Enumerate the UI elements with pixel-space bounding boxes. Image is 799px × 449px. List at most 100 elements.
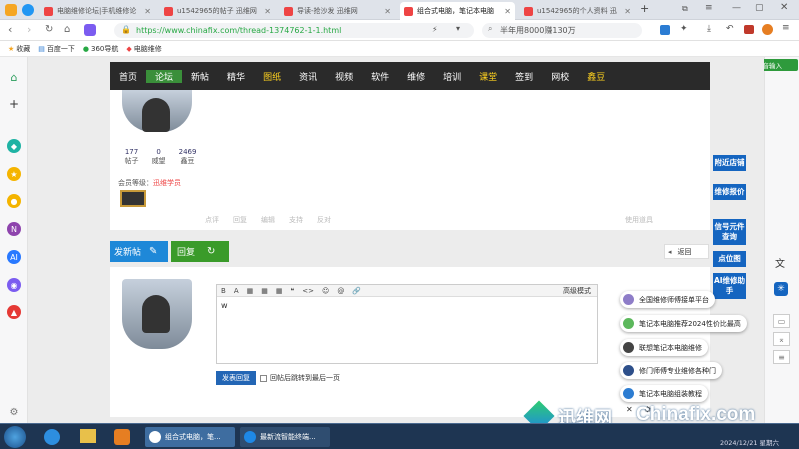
popup-item-1[interactable]: 笔记本电脑推荐2024性价比最高 [620, 315, 747, 332]
popup-item-0[interactable]: 全国维修师傅接单平台 [620, 291, 715, 308]
nav-item-0[interactable]: 首页 [110, 70, 146, 83]
bookmark-favorites[interactable]: ★ 收藏 [8, 44, 30, 54]
side-link-4[interactable]: AI维修助手 [713, 273, 746, 299]
back-icon[interactable]: ‹ [8, 23, 12, 36]
popup-item-4[interactable]: 笔记本电脑组装教程 [620, 385, 708, 402]
app1-icon[interactable]: ◆ [7, 139, 21, 153]
tab-2[interactable]: 导读-抢沙发 迅维网 ✕ [280, 2, 395, 20]
ai-app-icon[interactable]: N [7, 222, 21, 236]
close-window-icon[interactable]: ✕ [780, 2, 788, 13]
post-action-3[interactable]: 支持 [289, 215, 303, 225]
nav-item-8[interactable]: 维修 [398, 70, 434, 83]
more-menu-icon[interactable]: ≡ [782, 23, 790, 33]
nav-item-7[interactable]: 软件 [362, 70, 398, 83]
chat-app-icon[interactable]: ◉ [7, 278, 21, 292]
nav-item-1[interactable]: 论坛 [146, 69, 183, 83]
side-link-0[interactable]: 附近店铺 [713, 155, 746, 171]
nav-item-11[interactable]: 签到 [506, 70, 542, 83]
settings-icon[interactable]: ⚙ [7, 405, 21, 419]
add-sidebar-icon[interactable]: + [7, 97, 21, 111]
nav-item-9[interactable]: 培训 [434, 70, 470, 83]
wallet-icon[interactable] [744, 25, 754, 34]
clock[interactable]: 2024/12/21 星期六 [720, 437, 779, 447]
nav-item-3[interactable]: 精华 [218, 70, 254, 83]
close-tab-icon[interactable]: ✕ [381, 7, 391, 16]
post-action-4[interactable]: 反对 [317, 215, 331, 225]
toolbar-button-0[interactable]: B [221, 287, 226, 295]
close-tab-icon[interactable]: ✕ [261, 7, 271, 16]
translate-icon[interactable] [660, 25, 670, 35]
maximize-icon[interactable]: ▢ [755, 3, 764, 13]
dropdown-icon[interactable]: ▾ [456, 24, 460, 33]
toolbar-button-1[interactable]: A [234, 287, 239, 295]
post-action-1[interactable]: 回复 [233, 215, 247, 225]
toolbar-button-4[interactable]: ▦ [276, 287, 283, 295]
side-link-2[interactable]: 信号元件查询 [713, 219, 746, 245]
search-input[interactable]: ⌕ 半年用8000赚130万 [482, 23, 642, 38]
browser-logo-icon[interactable] [5, 4, 17, 16]
toolbar-button-3[interactable]: ▦ [261, 287, 268, 295]
advanced-mode-link[interactable]: 高级模式 [563, 286, 591, 296]
game-app-icon[interactable]: ▲ [7, 305, 21, 319]
home-sidebar-icon[interactable]: ⌂ [7, 70, 21, 84]
reply-button[interactable]: 回复 ↻ [171, 241, 229, 262]
url-input[interactable]: 🔒 https://www.chinafix.com/thread-137476… [114, 23, 474, 38]
tab-sync-icon[interactable] [22, 4, 34, 16]
new-tab-button[interactable]: + [640, 2, 649, 15]
bookmark-baidu[interactable]: ▤ 百度一下 [38, 44, 75, 54]
nav-item-4[interactable]: 图纸 [254, 70, 290, 83]
bottom-icon[interactable]: ≡ [773, 350, 790, 364]
close-tab-icon[interactable]: ✕ [501, 7, 511, 16]
tab-0[interactable]: 电脑维修论坛|手机维修论 ✕ [40, 2, 155, 20]
ai-blue-icon[interactable]: AI [7, 250, 21, 264]
close-popups-icon[interactable]: ✕ [626, 405, 633, 414]
top-icon[interactable]: ⌅ [773, 332, 790, 346]
share-sidebar-icon[interactable]: ✳ [774, 282, 788, 296]
post-action-0[interactable]: 点评 [205, 215, 219, 225]
stat-0[interactable]: 177 帖子 [125, 148, 139, 166]
toolbar-button-7[interactable]: ☺ [322, 287, 329, 295]
new-post-button[interactable]: 发新帖 ✎ [110, 241, 168, 262]
translate-sidebar-icon[interactable]: 文 [775, 255, 785, 270]
use-item-link[interactable]: 使用道具 [625, 215, 653, 225]
popup-item-3[interactable]: 修门师傅专业维修各种门 [620, 362, 722, 379]
avatar-icon[interactable] [762, 24, 773, 35]
ie-taskbar-icon[interactable] [44, 429, 60, 445]
nav-item-2[interactable]: 新帖 [182, 70, 218, 83]
submit-reply-button[interactable]: 发表回复 [216, 371, 256, 385]
refresh-icon[interactable]: ↻ [45, 24, 53, 35]
start-button[interactable] [4, 426, 26, 448]
checkbox[interactable] [260, 374, 267, 382]
download-icon[interactable]: ⤓ [707, 24, 711, 34]
comment-icon[interactable]: ▭ [773, 314, 790, 328]
close-tab-icon[interactable]: ✕ [621, 7, 631, 16]
level-value[interactable]: 迅维学员 [153, 179, 181, 187]
stat-2[interactable]: 2469 鑫豆 [179, 148, 197, 166]
side-link-3[interactable]: 点位图 [713, 251, 746, 267]
toolbar-button-2[interactable]: ▦ [247, 287, 254, 295]
minimize-icon[interactable]: — [732, 3, 741, 13]
lightning-icon[interactable]: ⚡ [432, 25, 438, 34]
tab-list-icon[interactable]: ⧉ [682, 4, 688, 14]
menu-icon[interactable]: ≡ [705, 3, 713, 13]
nav-item-5[interactable]: 资讯 [290, 70, 326, 83]
editor-text[interactable]: w [221, 301, 228, 310]
media-taskbar-icon[interactable] [114, 429, 130, 445]
reply-editor[interactable]: B A ▦ ▦ ▦ ❝ <> ☺ @ 🔗 高级模式 w [216, 284, 598, 364]
taskbar-item-terminal[interactable]: 最新流智能终端... [240, 427, 330, 447]
app3-icon[interactable]: ● [7, 194, 21, 208]
back-button[interactable]: ◂ 返回 [664, 244, 709, 259]
taskbar-item-browser[interactable]: 组合式电脑，笔... [145, 427, 235, 447]
nav-item-12[interactable]: 网校 [542, 70, 578, 83]
puzzle-icon[interactable]: ✦ [680, 24, 688, 34]
bookmark-repair[interactable]: ◆ 电脑维修 [126, 44, 161, 54]
post-action-2[interactable]: 编辑 [261, 215, 275, 225]
user-avatar[interactable] [122, 90, 192, 132]
close-tab-icon[interactable]: ✕ [141, 7, 151, 16]
nav-item-10[interactable]: 课堂 [470, 70, 506, 83]
toolbar-button-6[interactable]: <> [302, 287, 314, 295]
stat-1[interactable]: 0 威望 [152, 148, 166, 166]
star-app-icon[interactable]: ★ [7, 167, 21, 181]
toolbar-button-5[interactable]: ❝ [290, 287, 294, 295]
toolbar-button-8[interactable]: @ [337, 287, 344, 295]
